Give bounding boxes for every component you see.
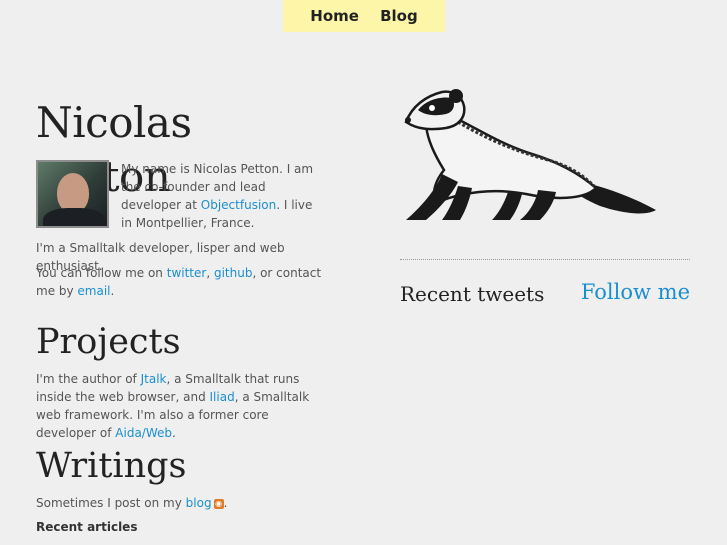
writings-text: Sometimes I post on my blog ◉. [36,494,336,512]
projects-heading: Projects [36,322,181,362]
projects-pre: I'm the author of [36,372,141,386]
ferret-ear [449,89,463,103]
iliad-link[interactable]: Iliad [210,390,235,404]
nav-home-link[interactable]: Home [310,7,359,25]
objectfusion-link[interactable]: Objectfusion [201,198,276,212]
follow-text: You can follow me on twitter, github, or… [36,264,336,300]
sidebar-divider [400,259,690,260]
writings-end: . [223,496,228,510]
main-content: Nicolas Petton My name is Nicolas Petton… [36,96,336,534]
avatar-body [43,208,105,226]
jtalk-link[interactable]: Jtalk [141,372,167,386]
nav-blog-link[interactable]: Blog [380,7,418,25]
projects-text: I'm the author of Jtalk, a Smalltalk tha… [36,370,331,442]
ferret-illustration [404,89,656,220]
writings-pre: Sometimes I post on my [36,496,186,510]
ferret-nose [405,117,411,123]
ferret-eye [429,105,435,111]
top-nav: Home Blog [283,0,445,32]
projects-end: . [172,426,176,440]
follow-comma: , [206,266,214,280]
twitter-link[interactable]: twitter [167,266,207,280]
follow-me-link[interactable]: Follow me [581,280,690,304]
blog-link[interactable]: blog [186,496,212,510]
github-link[interactable]: github [214,266,252,280]
writings-heading: Writings [36,446,187,486]
avatar-face [57,173,89,213]
aida-link[interactable]: Aida/Web [115,426,172,440]
avatar [36,160,109,228]
follow-end: . [110,284,115,298]
rss-icon[interactable]: ◉ [213,498,224,509]
follow-pre: You can follow me on [36,266,167,280]
email-link[interactable]: email [77,284,110,298]
recent-tweets-heading: Recent tweets [400,282,545,306]
ferret-hind-leg-2 [492,192,522,220]
recent-articles-heading: Recent articles [36,520,138,534]
bio-text: My name is Nicolas Petton. I am the co-f… [121,160,321,232]
